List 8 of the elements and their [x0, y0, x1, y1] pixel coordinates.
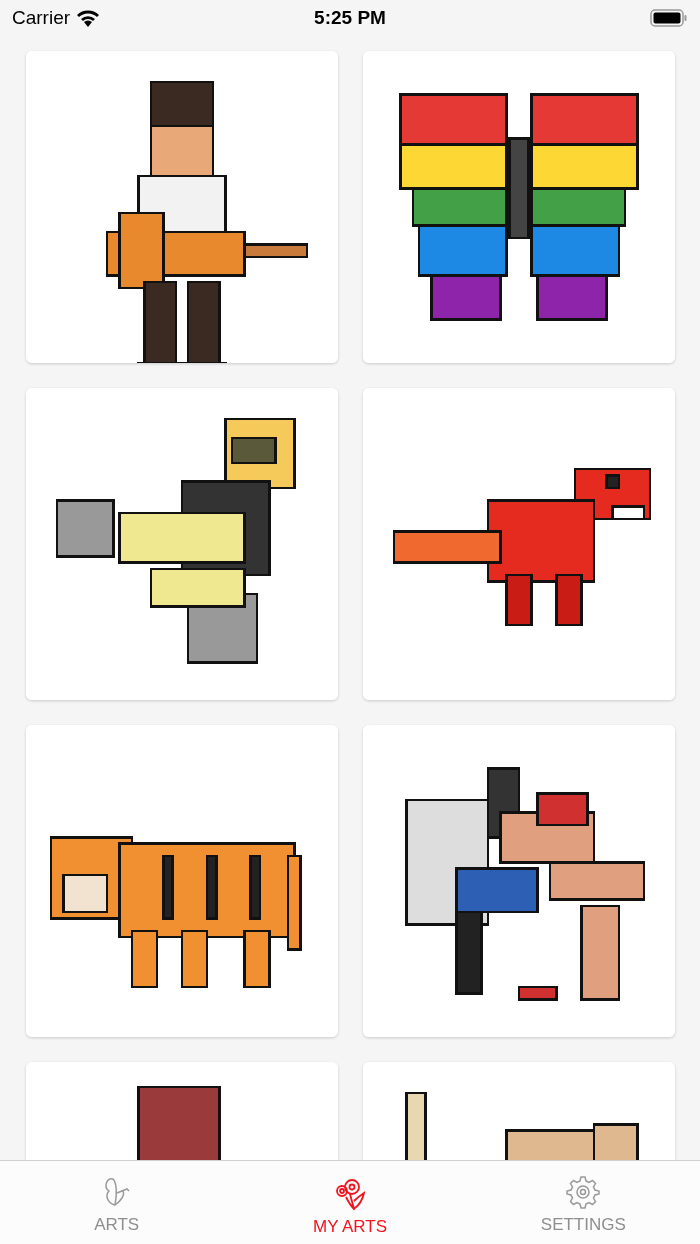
battery-icon	[650, 9, 688, 27]
clock-time: 5:25 PM	[314, 7, 386, 29]
carrier-name: Carrier	[12, 7, 71, 29]
tab[interactable]: ARTS	[0, 1161, 234, 1244]
settings-icon	[566, 1175, 601, 1209]
tab[interactable]: MY ARTS	[233, 1161, 467, 1244]
tab[interactable]: SETTINGS	[466, 1161, 700, 1244]
wifi-icon	[76, 9, 101, 27]
